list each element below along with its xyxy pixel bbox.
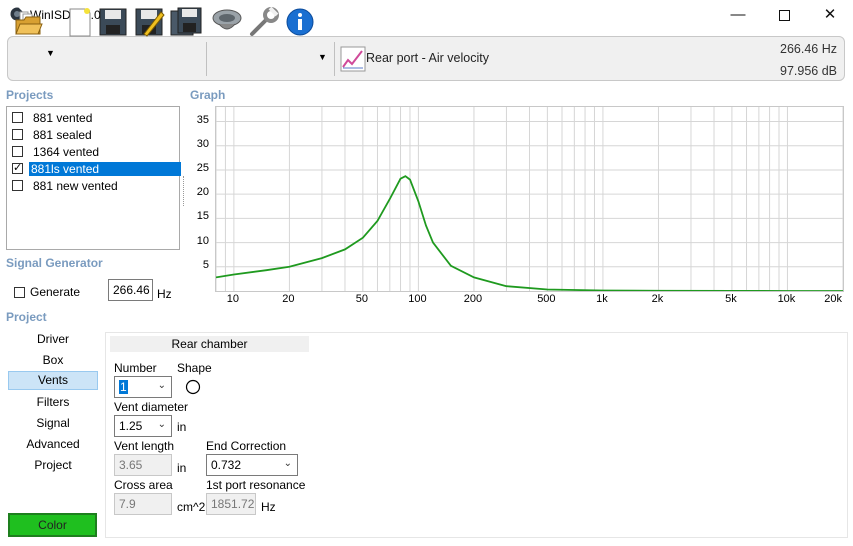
x-tick-label: 200: [463, 293, 483, 305]
x-tick-label: 500: [537, 293, 556, 305]
info-dropdown-arrow-icon[interactable]: ▼: [318, 52, 327, 62]
vent-diameter-value: 1.25: [119, 419, 143, 433]
y-tick-label: 35: [196, 113, 209, 126]
driver-speaker-icon[interactable]: [211, 6, 243, 38]
close-button[interactable]: ✕: [807, 0, 853, 30]
signal-generator-header: Signal Generator: [6, 256, 103, 270]
projects-header: Projects: [6, 88, 54, 102]
graph-mode-icon[interactable]: [340, 46, 366, 72]
project-label: 1364 vented: [33, 145, 100, 159]
nav-box[interactable]: Box: [8, 351, 98, 370]
maximize-button[interactable]: [761, 0, 807, 30]
x-tick-label: 2k: [651, 293, 664, 305]
nav-advanced[interactable]: Advanced: [8, 435, 98, 454]
new-document-icon[interactable]: [66, 6, 94, 38]
project-item[interactable]: 881 vented: [9, 110, 179, 127]
nav-project[interactable]: Project: [8, 456, 98, 475]
cursor-level-readout: 97.956 dB: [780, 64, 837, 78]
end-correction-value: 0.732: [211, 458, 242, 472]
nav-driver[interactable]: Driver: [8, 330, 98, 349]
x-tick-label: 10k: [777, 293, 796, 305]
project-checkbox[interactable]: [12, 146, 23, 157]
save-as-icon[interactable]: [170, 6, 202, 38]
end-correction-select[interactable]: 0.732 ⌄: [206, 454, 298, 476]
y-tick-label: 10: [196, 234, 209, 247]
y-tick-label: 15: [196, 210, 209, 223]
generate-label: Generate: [30, 285, 81, 299]
number-select[interactable]: 1 ⌄: [114, 376, 172, 398]
project-checkbox[interactable]: [12, 129, 23, 140]
project-checkbox[interactable]: [12, 180, 23, 191]
end-correction-label: End Correction: [206, 439, 287, 453]
number-label: Number: [114, 361, 157, 375]
nav-filters[interactable]: Filters: [8, 393, 98, 412]
cross-area-unit: cm^2: [177, 500, 206, 514]
projects-list[interactable]: 881 vented 881 sealed 1364 vented 881ls …: [6, 106, 181, 250]
graph-mode-label[interactable]: Rear port - Air velocity: [366, 51, 489, 65]
project-item[interactable]: 1364 vented: [9, 144, 179, 161]
frequency-unit: Hz: [157, 287, 172, 301]
minimize-button[interactable]: —: [715, 0, 761, 30]
x-tick-label: 50: [355, 293, 368, 305]
project-label: 881 vented: [33, 111, 93, 125]
vent-length-label: Vent length: [114, 439, 175, 453]
graph-header: Graph: [190, 88, 226, 102]
frequency-input[interactable]: 266.46: [108, 279, 153, 301]
shape-label: Shape: [177, 361, 212, 375]
tools-wrench-icon[interactable]: [248, 6, 280, 38]
vent-diameter-select[interactable]: 1.25 ⌄: [114, 415, 172, 437]
project-item-selected[interactable]: 881ls vented: [9, 161, 181, 178]
x-tick-label: 20k: [824, 293, 842, 305]
x-tick-label: 100: [408, 293, 427, 305]
y-tick-label: 30: [196, 137, 209, 150]
info-icon[interactable]: [285, 6, 315, 38]
rear-chamber-title: Rear chamber: [110, 336, 309, 352]
nav-signal[interactable]: Signal: [8, 414, 98, 433]
port-resonance-field: 1851.72: [206, 493, 256, 515]
x-tick-label: 20: [282, 293, 295, 305]
generate-checkbox[interactable]: [14, 287, 25, 298]
response-graph[interactable]: [215, 106, 844, 292]
port-resonance-unit: Hz: [261, 500, 276, 514]
toolbar-separator: [334, 42, 335, 76]
port-resonance-label: 1st port resonance: [206, 478, 306, 492]
vent-length-field: 3.65: [114, 454, 172, 476]
number-value: 1: [119, 380, 128, 394]
y-tick-label: 5: [202, 258, 209, 271]
chevron-down-icon: ⌄: [283, 458, 292, 469]
x-tick-label: 10: [226, 293, 239, 305]
project-label: 881 new vented: [33, 179, 118, 193]
project-header: Project: [6, 310, 47, 324]
vent-diameter-unit: in: [177, 420, 187, 434]
cross-area-field: 7.9: [114, 493, 172, 515]
open-dropdown-arrow-icon[interactable]: ▼: [46, 48, 55, 58]
vent-diameter-label: Vent diameter: [114, 400, 189, 414]
project-label: 881 sealed: [33, 128, 92, 142]
project-checkbox[interactable]: [12, 112, 23, 123]
project-item[interactable]: 881 new vented: [9, 178, 179, 195]
project-item[interactable]: 881 sealed: [9, 127, 179, 144]
toolbar-separator: [206, 42, 207, 76]
cursor-frequency-readout: 266.46 Hz: [780, 42, 837, 56]
circle-shape-icon[interactable]: [185, 379, 201, 395]
save-icon[interactable]: [98, 6, 128, 38]
x-tick-label: 1k: [596, 293, 608, 305]
chevron-down-icon: ⌄: [157, 419, 166, 430]
nav-vents[interactable]: Vents: [8, 371, 98, 390]
project-label: 881ls vented: [29, 162, 181, 176]
x-tick-label: 5k: [725, 293, 737, 305]
y-tick-label: 25: [196, 161, 209, 174]
chevron-down-icon: ⌄: [157, 380, 166, 391]
save-edit-icon[interactable]: [134, 6, 166, 38]
graph-plot[interactable]: [216, 107, 843, 291]
open-folder-icon[interactable]: [14, 6, 44, 38]
splitter-grip[interactable]: [183, 176, 187, 206]
project-checkbox-checked[interactable]: [12, 161, 23, 174]
vent-length-unit: in: [177, 461, 187, 475]
color-button[interactable]: Color: [8, 513, 97, 537]
cross-area-label: Cross area: [114, 478, 173, 492]
y-tick-label: 20: [196, 186, 209, 199]
